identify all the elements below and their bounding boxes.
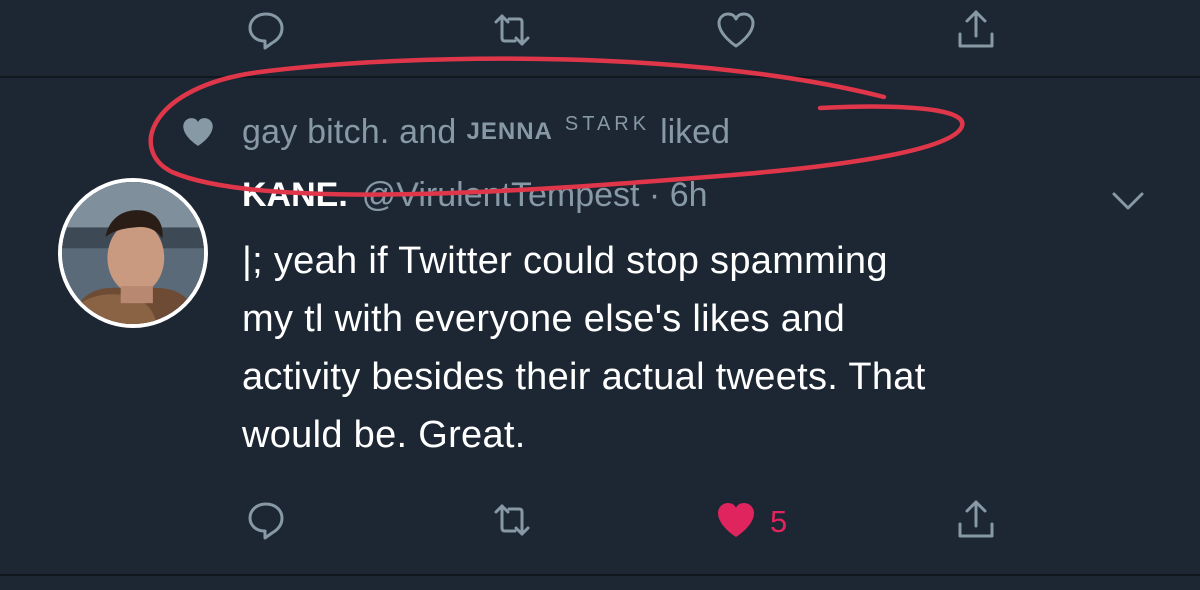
like-button[interactable]	[714, 498, 758, 542]
reply-button[interactable]	[244, 498, 288, 542]
retweet-button[interactable]	[490, 8, 534, 52]
like-button[interactable]	[714, 8, 758, 52]
retweet-icon	[494, 504, 530, 536]
handle-and-timestamp[interactable]: @VirulentTempest · 6h	[362, 176, 708, 214]
tweet-text: |; yeah if Twitter could stop spamming m…	[242, 232, 1162, 464]
social-context-prefix: gay bitch. and	[242, 112, 457, 151]
previous-tweet-actions	[0, 0, 1200, 60]
reply-icon	[248, 12, 284, 50]
share-icon	[958, 500, 994, 538]
heart-icon	[718, 503, 754, 537]
heart-icon	[183, 118, 213, 146]
reply-button[interactable]	[244, 8, 288, 52]
like-count: 5	[770, 504, 788, 539]
chevron-down-icon[interactable]	[1108, 186, 1148, 216]
avatar-photo	[62, 182, 204, 324]
heart-icon	[717, 12, 755, 48]
tweet-text-line: |; yeah if Twitter could stop spamming	[242, 240, 888, 282]
social-context-suffix: liked	[660, 112, 731, 151]
share-button[interactable]	[954, 8, 998, 52]
social-context[interactable]: gay bitch. and JENNA STARK liked	[180, 112, 730, 152]
retweet-icon	[494, 14, 530, 46]
tweet-text-line: my tl with everyone else's likes and	[242, 298, 846, 340]
tweet-text-line: would be. Great.	[242, 414, 526, 456]
reply-icon	[248, 502, 284, 540]
retweet-button[interactable]	[490, 498, 534, 542]
share-icon	[958, 10, 994, 48]
avatar[interactable]	[58, 178, 208, 328]
tweet-actions: 5	[0, 490, 1200, 550]
social-context-name-stylized: STARK	[564, 112, 651, 135]
tweet-divider	[0, 574, 1200, 576]
social-context-name: JENNA	[466, 118, 553, 145]
tweet-header: KANE. @VirulentTempest · 6h	[242, 176, 708, 215]
share-button[interactable]	[954, 498, 998, 542]
display-name[interactable]: KANE.	[242, 176, 348, 214]
tweet-divider	[0, 76, 1200, 78]
tweet-text-line: activity besides their actual tweets. Th…	[242, 356, 926, 398]
